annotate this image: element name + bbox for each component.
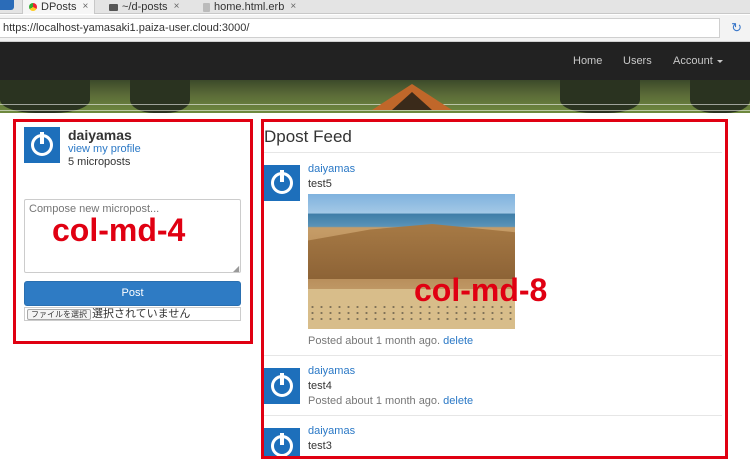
feed-title-divider [264, 152, 722, 153]
choose-file-button[interactable]: ファイルを選択 [27, 309, 91, 320]
profile-name: daiyamas [68, 127, 132, 143]
browser-tab-strip: DPosts × ~/d-posts × home.html.erb × [0, 0, 750, 14]
tab-close-icon[interactable]: × [290, 1, 296, 13]
feed-item-divider [264, 415, 722, 416]
tab-label: home.html.erb [214, 1, 285, 13]
tab-menu-button[interactable] [0, 0, 14, 10]
feed-item-timestamp: Posted about 1 month ago. [308, 395, 441, 407]
feed-item-avatar[interactable] [264, 428, 300, 456]
reload-icon[interactable]: ↻ [731, 20, 742, 36]
terminal-icon [109, 3, 118, 11]
file-icon [203, 2, 210, 12]
feed-item-timestamp: Posted about 1 month ago. [308, 335, 441, 347]
feed-item-meta: Posted about 1 month ago. delete [308, 395, 473, 407]
tab-label: ~/d-posts [122, 1, 168, 13]
feed-item-meta: Posted about 1 month ago. delete [308, 335, 473, 347]
browser-tab-d-posts[interactable]: ~/d-posts × [103, 0, 185, 14]
chrome-favicon-icon [29, 3, 37, 11]
browser-tab-home-erb[interactable]: home.html.erb × [197, 0, 302, 14]
resize-grip-icon[interactable]: ◢ [233, 264, 239, 273]
browser-tab-dposts[interactable]: DPosts × [22, 0, 96, 14]
caret-down-icon [716, 59, 723, 63]
nav-home-link[interactable]: Home [573, 42, 602, 80]
feed-item-avatar-clip [264, 428, 300, 456]
hero-banner-image [0, 80, 750, 113]
tab-close-icon[interactable]: × [82, 1, 88, 13]
feed-item-user-link[interactable]: daiyamas [308, 365, 355, 377]
feed-item-avatar[interactable] [264, 368, 300, 404]
delete-link[interactable]: delete [443, 335, 473, 347]
feed-item-photo [308, 194, 515, 329]
file-input[interactable]: ファイルを選択 選択されていません [24, 307, 241, 321]
user-avatar[interactable] [24, 127, 60, 163]
address-bar-area: https://localhost-yamasaki1.paiza-user.c… [0, 15, 750, 42]
nav-account-label: Account [673, 55, 713, 67]
feed-item-user-link[interactable]: daiyamas [308, 163, 355, 175]
post-button[interactable]: Post [24, 281, 241, 306]
file-status-text: 選択されていません [92, 308, 191, 320]
feed-title: Dpost Feed [264, 127, 352, 146]
view-profile-link[interactable]: view my profile [68, 143, 141, 155]
tab-close-icon[interactable]: × [174, 1, 180, 13]
annotation-label-left: col-md-4 [52, 212, 186, 248]
nav-users-link[interactable]: Users [623, 42, 652, 80]
delete-link[interactable]: delete [443, 395, 473, 407]
feed-item-content: test3 [308, 440, 332, 452]
micropost-count: 5 microposts [68, 156, 131, 168]
annotation-label-right: col-md-8 [414, 272, 548, 308]
feed-item-content: test5 [308, 178, 332, 190]
feed-item-user-link[interactable]: daiyamas [308, 425, 355, 437]
nav-account-dropdown[interactable]: Account [673, 42, 723, 80]
url-input[interactable]: https://localhost-yamasaki1.paiza-user.c… [0, 18, 720, 38]
feed-item-content: test4 [308, 380, 332, 392]
feed-item-divider [264, 355, 722, 356]
app-navbar: Home Users Account [0, 42, 750, 80]
tab-label: DPosts [41, 1, 77, 13]
feed-item-avatar[interactable] [264, 165, 300, 201]
